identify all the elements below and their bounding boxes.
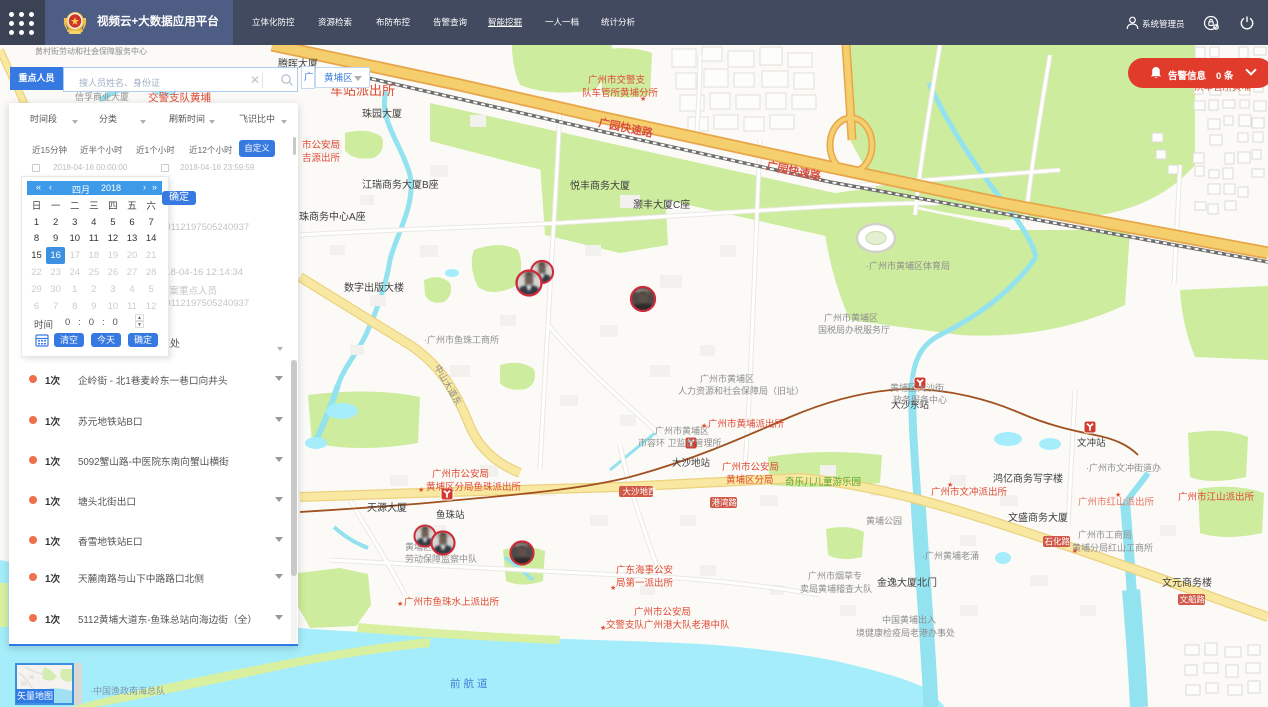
svg-text:·广州市黄埔区体育局: ·广州市黄埔区体育局 [866,260,950,271]
svg-text:江瑞商务大厦B座: 江瑞商务大厦B座 [362,178,439,191]
svg-text:交警支队广州港大队老港中队: 交警支队广州港大队老港中队 [606,619,730,631]
svg-text:政务服务中心: 政务服务中心 [893,394,947,405]
svg-text:鸿亿商务写字楼: 鸿亿商务写字楼 [993,472,1063,485]
svg-text:珠商务中心A座: 珠商务中心A座 [299,210,366,223]
svg-text:·广州市鱼珠工商所: ·广州市鱼珠工商所 [424,334,499,345]
svg-text:★: ★ [1072,547,1078,555]
svg-text:鱼珠站: 鱼珠站 [436,509,465,521]
svg-text:文盛商务大厦: 文盛商务大厦 [1008,511,1068,524]
svg-text:悦丰商务大厦: 悦丰商务大厦 [570,179,630,192]
svg-text:广州市黄埔派出所: 广州市黄埔派出所 [708,418,785,430]
svg-text:★: ★ [610,584,616,592]
svg-text:境健康检疫局老港办事处: 境健康检疫局老港办事处 [856,627,955,638]
svg-text:金逸大厦北门: 金逸大厦北门 [877,576,937,589]
svg-text:黄埔分局红山工商所: 黄埔分局红山工商所 [1072,542,1153,553]
svg-text:广州市黄埔区: 广州市黄埔区 [700,373,754,384]
svg-text:黄埔公园: 黄埔公园 [866,515,902,526]
svg-text:★: ★ [418,486,424,494]
svg-text:珠园大厦: 珠园大厦 [362,107,402,120]
svg-text:黄埔区大沙街: 黄埔区大沙街 [890,382,944,393]
svg-text:文船路: 文船路 [1180,595,1206,605]
svg-text:★: ★ [947,481,953,489]
svg-text:黄埔区分局鱼珠派出所: 黄埔区分局鱼珠派出所 [426,481,522,493]
svg-text:广州市交警支: 广州市交警支 [588,74,646,86]
svg-text:人力资源和社会保障局（旧址）: 人力资源和社会保障局（旧址） [678,385,804,396]
svg-text:大沙地西: 大沙地西 [623,487,657,497]
svg-text:市公安局: 市公安局 [302,139,340,151]
svg-text:·广州市文冲街道办: ·广州市文冲街道办 [1086,462,1161,473]
svg-text:广州市黄埔区: 广州市黄埔区 [824,312,878,323]
svg-text:广州市公安局: 广州市公安局 [722,461,779,473]
svg-text:★: ★ [640,95,646,103]
svg-text:广州市公安局: 广州市公安局 [634,606,691,618]
svg-text:★: ★ [701,422,707,430]
svg-text:★: ★ [397,600,403,608]
svg-text:天源大厦: 天源大厦 [367,501,407,514]
svg-text:黄村街劳动和社会保障服务中心: 黄村街劳动和社会保障服务中心 [35,46,147,56]
svg-text:港湾路: 港湾路 [712,498,738,508]
svg-text:前航道: 前航道 [450,677,491,690]
svg-text:大沙地站: 大沙地站 [672,457,711,469]
svg-text:黄埔区分局: 黄埔区分局 [726,474,774,486]
svg-text:奇乐儿儿童游乐园: 奇乐儿儿童游乐园 [785,476,861,488]
svg-text:市容环 卫监督管理所: 市容环 卫监督管理所 [638,437,722,448]
svg-text:广东海事公安: 广东海事公安 [616,564,673,576]
svg-text:数字出版大楼: 数字出版大楼 [344,281,404,294]
svg-text:中国黄埔出入: 中国黄埔出入 [882,614,936,625]
svg-text:广州市鱼珠水上派出所: 广州市鱼珠水上派出所 [404,596,500,608]
svg-text:广州市工商局: 广州市工商局 [1078,529,1132,540]
svg-text:★: ★ [1115,491,1121,499]
svg-text:文元商务楼: 文元商务楼 [1162,576,1212,589]
svg-text:信孚商业大厦: 信孚商业大厦 [75,91,129,102]
svg-text:国税局办税服务厅: 国税局办税服务厅 [818,324,890,335]
svg-text:广州市烟草专: 广州市烟草专 [808,570,862,581]
svg-text:石化路: 石化路 [1045,537,1071,547]
svg-text:局第一派出所: 局第一派出所 [616,577,674,589]
svg-text:广州市江山派出所: 广州市江山派出所 [1178,491,1255,503]
svg-text:广州市公安局: 广州市公安局 [432,468,489,480]
svg-text:文冲站: 文冲站 [1077,437,1106,449]
svg-text:·中国渔政南海总队: ·中国渔政南海总队 [90,685,165,696]
svg-text:灏丰大厦C座: 灏丰大厦C座 [633,198,690,211]
svg-text:广州市文冲派出所: 广州市文冲派出所 [931,486,1008,498]
svg-text:吉源出所: 吉源出所 [302,152,341,164]
svg-text:★: ★ [600,624,606,632]
svg-text:·广州黄埔老涌: ·广州黄埔老涌 [922,550,979,561]
svg-text:队车管所黄埔分所: 队车管所黄埔分所 [582,87,659,99]
svg-text:卖局黄埔稽查大队: 卖局黄埔稽查大队 [800,583,872,594]
